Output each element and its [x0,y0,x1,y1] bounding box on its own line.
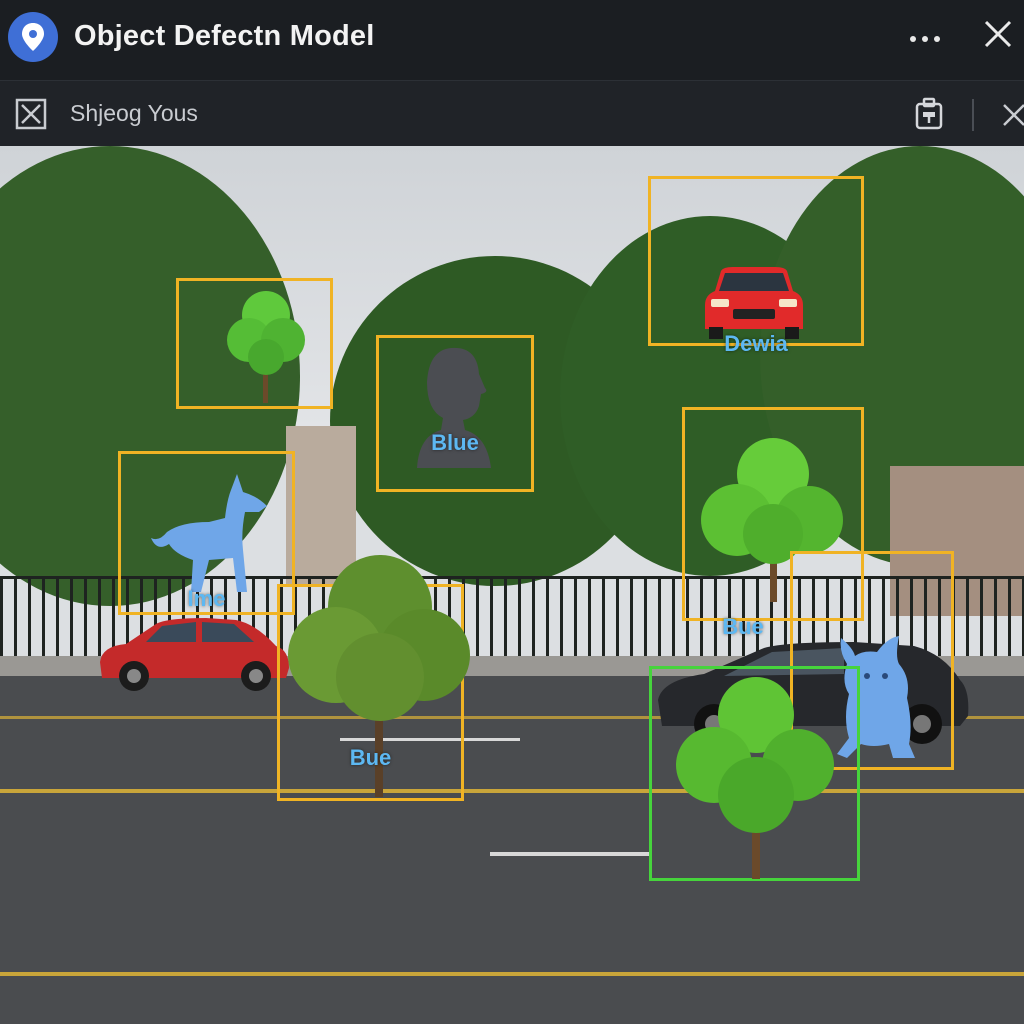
close-window-button[interactable] [980,16,1024,60]
detection-label: Bue [349,745,392,770]
lane-marking-white [490,852,650,856]
detection-box-dog[interactable]: Ime [118,451,295,615]
share-button[interactable] [910,95,948,133]
tree-icon [676,677,834,879]
detection-image-canvas[interactable]: Blue Dewia Ime Bue Bue [0,146,1024,1024]
more-horizontal-icon [910,36,916,42]
detection-label: Dewia [724,331,788,356]
window-title: Object Defectn Model [74,20,375,52]
tree-icon [227,291,305,403]
detection-box-tree-selected[interactable] [649,666,860,881]
detection-box-tree[interactable]: Bue [277,555,470,801]
detection-box-tree[interactable] [176,278,333,409]
car-icon [705,267,803,339]
detection-label: Blue [431,430,479,455]
detection-box-car[interactable]: Dewia [648,176,864,356]
share-icon [915,97,943,130]
location-pin-icon[interactable] [8,12,58,62]
close-icon [984,20,1012,48]
parked-red-car [100,618,289,691]
lane-marking-yellow [0,972,1024,976]
detection-box-bust[interactable]: Blue [376,335,534,492]
more-options-button[interactable] [902,18,946,58]
toolbar-divider [972,99,974,131]
image-close-button[interactable] [14,97,48,131]
detection-label: Ime [187,586,226,611]
toolbar-close-button[interactable] [998,101,1024,127]
image-close-icon [15,98,47,130]
lane-marking-yellow [0,789,1024,793]
toolbar-label: Shjeog Yous [70,100,198,126]
toolbar: Shjeog Yous [0,80,1024,147]
dog-icon [151,474,267,592]
title-bar: Object Defectn Model [0,0,1024,80]
close-icon [1003,104,1024,126]
